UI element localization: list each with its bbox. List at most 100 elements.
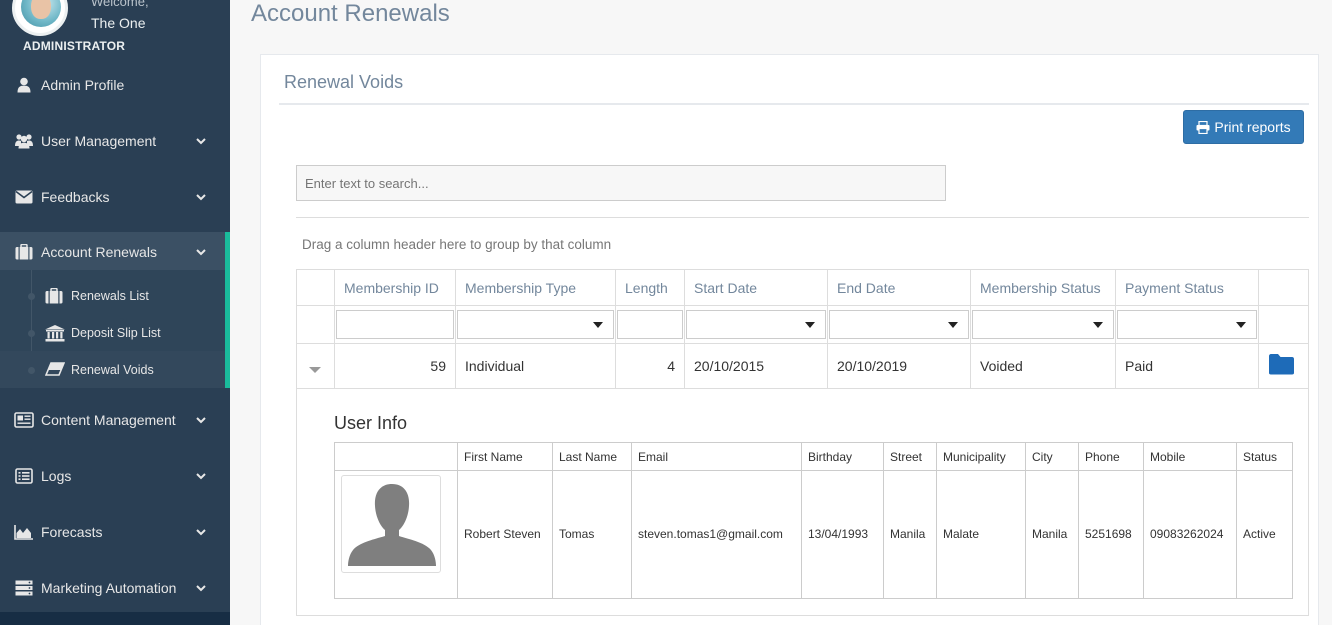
cell-start-date: 20/10/2015: [694, 358, 765, 374]
chevron-down-icon: [196, 138, 206, 145]
username: The One: [91, 15, 146, 31]
sidebar-subitem-label: Renewal Voids: [71, 363, 154, 377]
default-avatar-icon: [348, 484, 436, 566]
filter-membership-id[interactable]: [336, 310, 454, 339]
chevron-down-icon: [196, 417, 206, 424]
user-municipality: Malate: [943, 527, 980, 541]
users-icon: [14, 133, 34, 149]
user-photo: [341, 475, 441, 573]
user-col-city: City: [1032, 450, 1053, 464]
sidebar-item-admin-profile[interactable]: Admin Profile: [0, 65, 230, 105]
user-col-status: Status: [1243, 450, 1278, 464]
column-header-membership-id[interactable]: Membership ID: [335, 270, 455, 306]
grid-filter-row: [297, 306, 1308, 344]
user-info-title: User Info: [334, 413, 408, 433]
column-header-start-date[interactable]: Start Date: [685, 270, 827, 306]
row-detail: User Info First Name Last Name Email Bir…: [297, 389, 1308, 615]
cell-membership-status: Voided: [980, 358, 1023, 374]
caret-down-icon: [593, 322, 603, 328]
sidebar-item-label: Account Renewals: [41, 244, 157, 260]
search-divider: [296, 217, 1309, 218]
cell-end-date: 20/10/2019: [837, 358, 908, 374]
grid-data-row[interactable]: 59 Individual 4 20/10/2015 20/10/2019 Vo…: [297, 344, 1308, 389]
user-col-municipality: Municipality: [943, 450, 1006, 464]
bullet-icon: [28, 330, 35, 337]
user-col-phone: Phone: [1085, 450, 1120, 464]
sidebar-subitem-renewals-list[interactable]: Renewals List: [0, 277, 225, 314]
briefcase-icon: [14, 244, 34, 260]
sidebar-item-account-renewals[interactable]: Account Renewals: [0, 232, 230, 272]
print-reports-label: Print reports: [1214, 119, 1291, 135]
profile-block: Welcome, The One ADMINISTRATOR: [0, 0, 230, 60]
filter-end-date[interactable]: [829, 310, 969, 339]
envelope-icon: [14, 189, 34, 205]
sidebar-item-label: Admin Profile: [41, 77, 125, 93]
cell-length: 4: [667, 358, 675, 374]
sidebar-item-marketing-automation[interactable]: Marketing Automation: [0, 568, 230, 608]
user-city: Manila: [1032, 527, 1068, 541]
eraser-icon: [44, 362, 66, 378]
sidebar-item-user-management[interactable]: User Management: [0, 121, 230, 161]
sidebar-item-label: Content Management: [41, 412, 176, 428]
sidebar-item-label: User Management: [41, 133, 157, 149]
renewal-voids-panel: Renewal Voids Print reports Drag a colum…: [260, 54, 1319, 625]
sidebar-item-label: Marketing Automation: [41, 580, 177, 596]
sidebar-footer: [0, 612, 230, 625]
user-col-email: Email: [638, 450, 669, 464]
filter-start-date[interactable]: [686, 310, 826, 339]
column-header-length[interactable]: Length: [616, 270, 684, 306]
welcome-text: Welcome,: [91, 0, 149, 9]
sidebar-item-forecasts[interactable]: Forecasts: [0, 512, 230, 552]
sidebar: Welcome, The One ADMINISTRATOR Admin Pro…: [0, 0, 230, 625]
caret-down-icon: [948, 322, 958, 328]
sidebar-subitem-renewal-voids[interactable]: Renewal Voids: [0, 351, 225, 388]
chevron-down-icon: [196, 194, 206, 201]
sidebar-item-label: Feedbacks: [41, 189, 110, 205]
column-header-membership-type[interactable]: Membership Type: [456, 270, 615, 306]
chevron-down-icon: [196, 529, 206, 536]
user-email: steven.tomas1@gmail.com: [638, 527, 783, 541]
cell-payment-status: Paid: [1125, 358, 1154, 374]
avatar[interactable]: [12, 0, 68, 36]
newspaper-icon: [14, 412, 34, 428]
user-col-birthday: Birthday: [808, 450, 853, 464]
sidebar-item-label: Logs: [41, 468, 72, 484]
sidebar-item-logs[interactable]: Logs: [0, 456, 230, 496]
filter-membership-status[interactable]: [972, 310, 1114, 339]
user-birthday: 13/04/1993: [808, 527, 869, 541]
print-reports-button[interactable]: Print reports: [1183, 110, 1304, 144]
sidebar-subitem-deposit-slip-list[interactable]: Deposit Slip List: [0, 314, 225, 351]
account-renewals-submenu: Renewals List Deposit Slip List Renewal …: [0, 270, 230, 388]
sidebar-item-content-management[interactable]: Content Management: [0, 400, 230, 440]
user-status: Active: [1243, 527, 1276, 541]
user-col-last-name: Last Name: [559, 450, 618, 464]
column-header-membership-status[interactable]: Membership Status: [971, 270, 1115, 306]
group-panel-hint[interactable]: Drag a column header here to group by th…: [302, 237, 611, 252]
cell-membership-id: 59: [430, 358, 446, 374]
panel-title: Renewal Voids: [284, 72, 404, 92]
search-input[interactable]: [296, 165, 946, 201]
user-info-header-row: First Name Last Name Email Birthday Stre…: [335, 443, 1292, 471]
list-icon: [14, 468, 34, 484]
chevron-down-icon: [196, 249, 206, 256]
printer-icon: [1196, 120, 1210, 134]
collapse-row-icon[interactable]: [309, 367, 321, 373]
grid-header-row: Membership ID Membership Type Length Sta…: [297, 270, 1308, 306]
column-header-payment-status[interactable]: Payment Status: [1116, 270, 1258, 306]
user-info-table: First Name Last Name Email Birthday Stre…: [334, 442, 1293, 599]
column-header-end-date[interactable]: End Date: [828, 270, 970, 306]
folder-icon[interactable]: [1268, 353, 1295, 375]
filter-payment-status[interactable]: [1117, 310, 1257, 339]
sidebar-item-label: Forecasts: [41, 524, 103, 540]
user-icon: [14, 77, 34, 93]
user-col-mobile: Mobile: [1150, 450, 1186, 464]
sidebar-item-feedbacks[interactable]: Feedbacks: [0, 177, 230, 217]
chevron-down-icon: [196, 585, 206, 592]
filter-length[interactable]: [617, 310, 683, 339]
user-col-street: Street: [890, 450, 923, 464]
bank-icon: [45, 325, 65, 342]
filter-membership-type[interactable]: [457, 310, 614, 339]
user-street: Manila: [890, 527, 926, 541]
user-col-first-name: First Name: [464, 450, 523, 464]
user-last-name: Tomas: [559, 527, 595, 541]
